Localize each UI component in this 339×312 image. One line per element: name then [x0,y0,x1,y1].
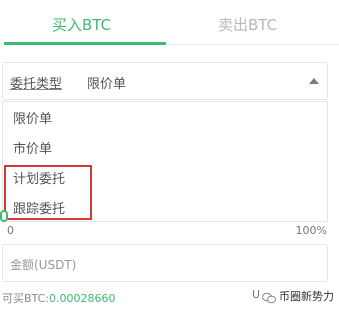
slider-handle[interactable] [0,210,8,222]
amount-input[interactable]: 金额(USDT) [2,244,328,282]
dropdown-item-limit-order[interactable]: 限价单 [13,108,52,127]
caret-up-icon[interactable] [309,78,319,84]
tabs-divider [166,44,339,45]
tab-sell-btc[interactable]: 卖出BTC [218,14,277,35]
watermark-prefix: U [252,288,261,301]
highlight-box [4,165,92,220]
trade-tabs: 买入BTC 卖出BTC [0,0,339,46]
order-type-select[interactable]: 委托类型 限价单 [2,62,328,100]
tab-buy-btc[interactable]: 买入BTC [52,14,111,35]
slider-max-label: 100% [295,224,327,237]
active-tab-indicator [4,42,166,45]
available-to-buy: 可买BTC:0.00028660 [2,290,116,306]
available-label: 可买BTC: [2,292,50,305]
order-type-value: 限价单 [87,77,127,92]
watermark-text: 币圈新势力 [279,290,334,303]
dropdown-item-market-order[interactable]: 市价单 [13,138,52,157]
wechat-icon [262,289,276,304]
amount-placeholder: 金额(USDT) [10,258,77,272]
available-value: 0.00028660 [49,292,116,305]
slider-min-label: 0 [7,224,14,237]
order-type-label: 委托类型 [10,77,63,92]
